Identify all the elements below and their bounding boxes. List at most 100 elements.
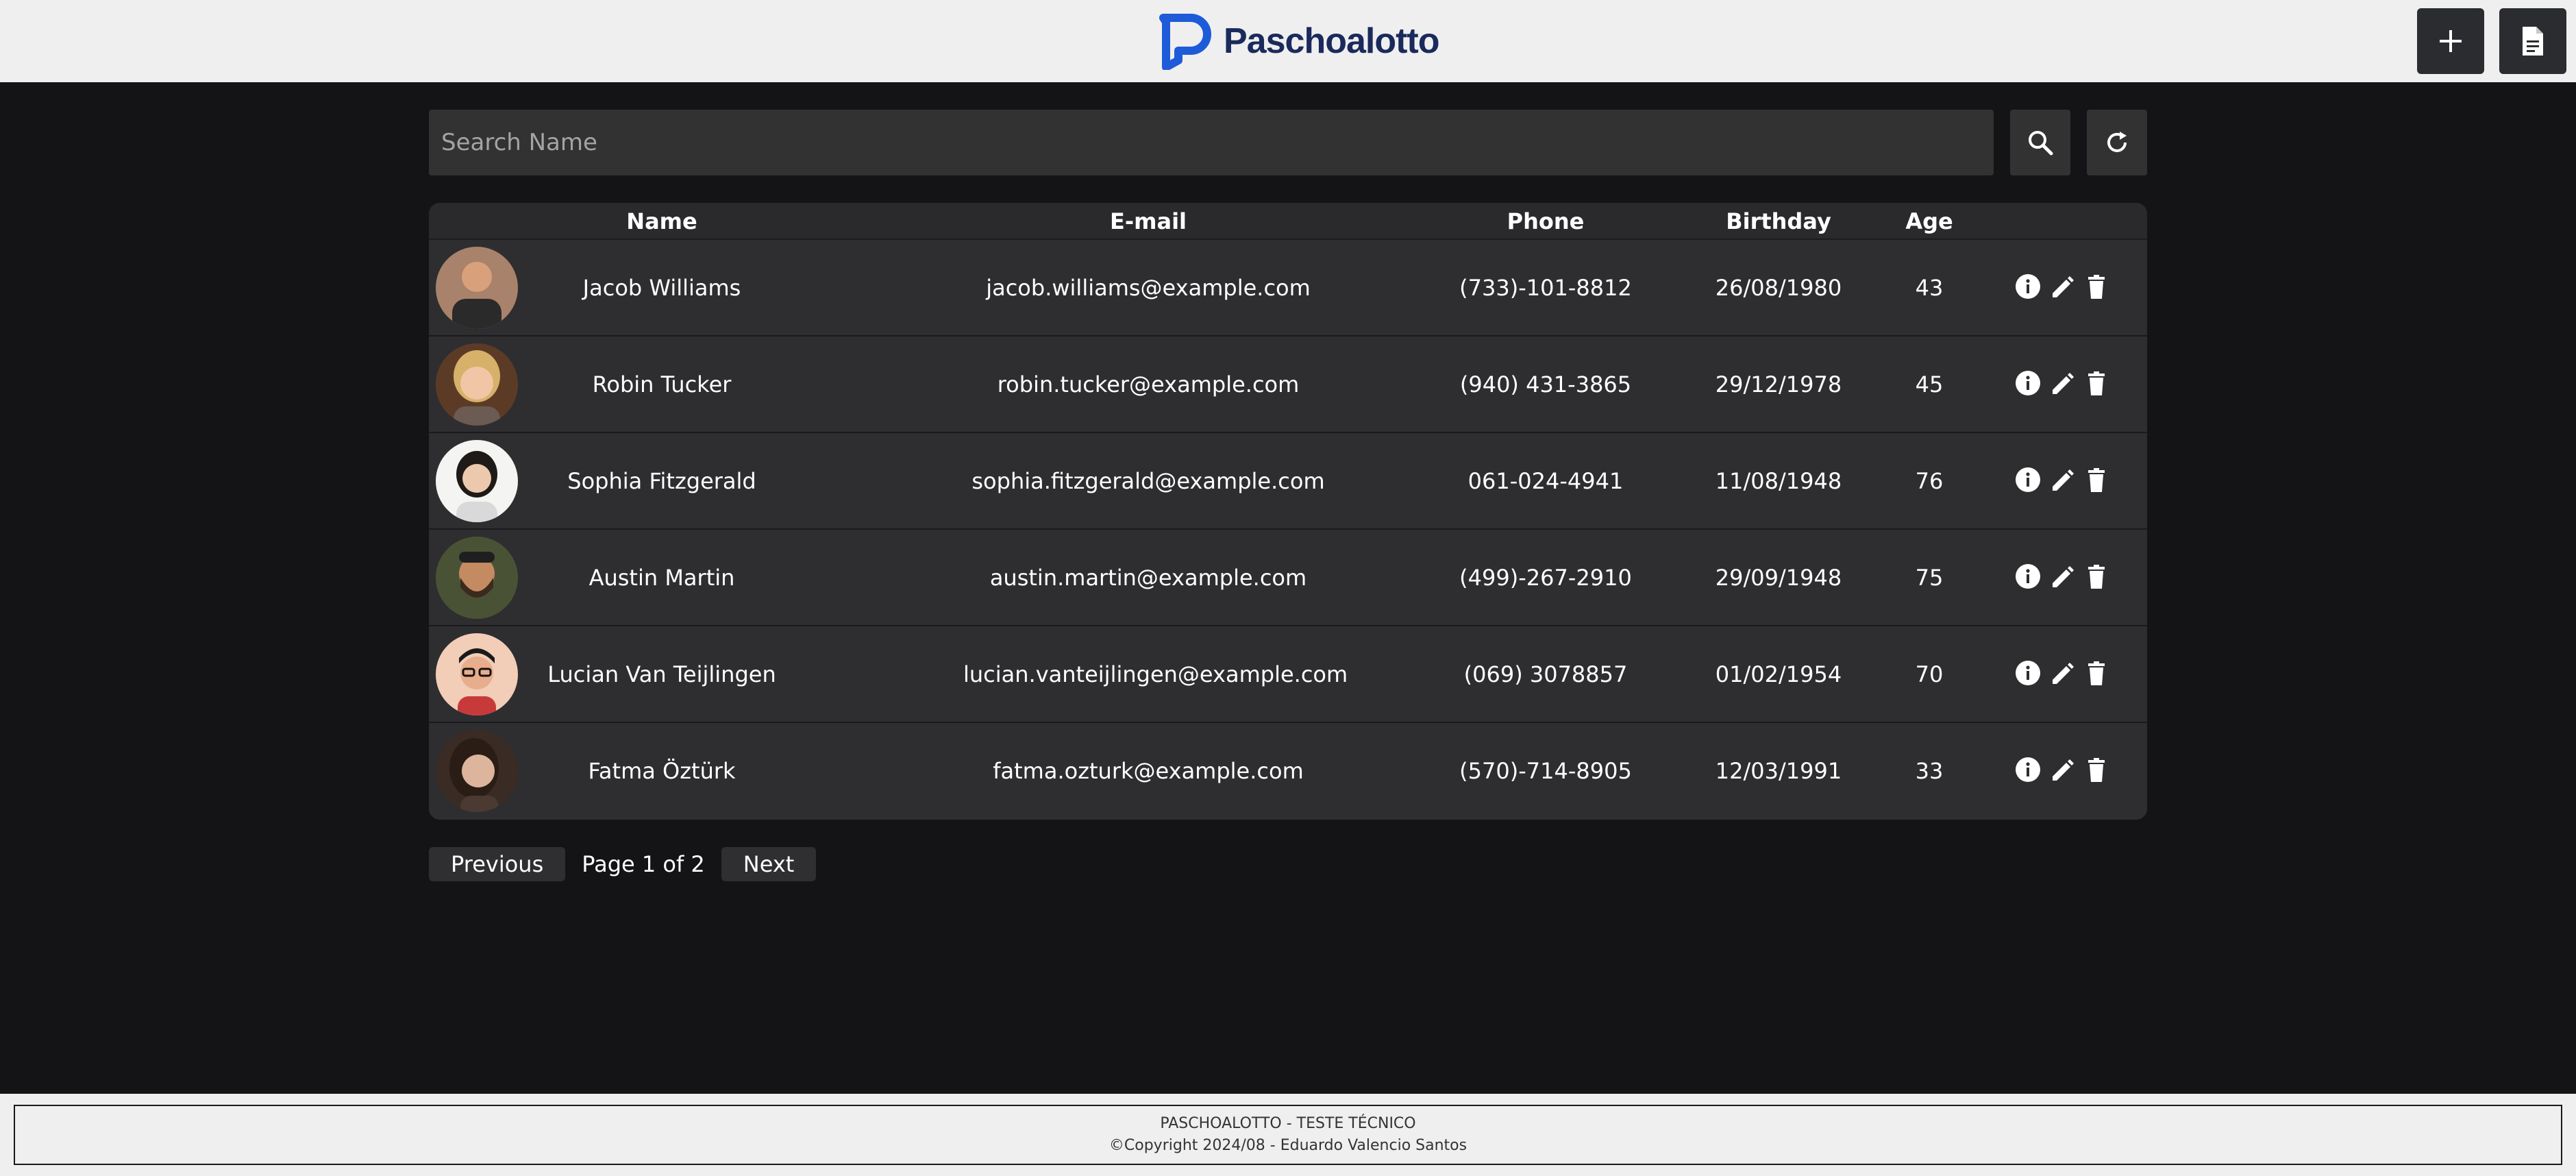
info-icon [2016, 757, 2040, 782]
row-actions [2013, 561, 2111, 591]
refresh-button[interactable] [2087, 110, 2147, 175]
row-actions [2013, 271, 2111, 302]
delete-icon [2088, 758, 2105, 782]
column-header-email: E-mail [1109, 208, 1187, 234]
refresh-icon [2107, 132, 2127, 152]
next-page-button[interactable]: Next [721, 847, 817, 881]
user-phone: (499)-267-2910 [1459, 565, 1632, 591]
search-button[interactable] [2010, 110, 2070, 175]
info-button[interactable] [2013, 465, 2043, 495]
edit-icon [2053, 276, 2074, 297]
avatar [436, 247, 518, 329]
avatar [436, 730, 518, 812]
footer-box: PASCHOALOTTO - TESTE TÉCNICO ©Copyright … [14, 1105, 2562, 1165]
user-name: Lucian Van Teijlingen [547, 661, 776, 687]
delete-button[interactable] [2081, 271, 2111, 302]
edit-button[interactable] [2047, 561, 2077, 591]
info-icon [2016, 661, 2040, 685]
row-actions [2013, 465, 2111, 495]
users-table: Name E-mail Phone Birthday Age Jacob Wil… [429, 203, 2147, 820]
table-header: Name E-mail Phone Birthday Age [429, 203, 2147, 240]
delete-button[interactable] [2081, 755, 2111, 785]
table-row: Fatma Öztürk fatma.ozturk@example.com (5… [429, 723, 2147, 820]
user-phone: (570)-714-8905 [1459, 758, 1632, 784]
previous-page-button[interactable]: Previous [429, 847, 566, 881]
column-header-phone: Phone [1507, 208, 1585, 234]
delete-button[interactable] [2081, 465, 2111, 495]
footer-title: PASCHOALOTTO - TESTE TÉCNICO [1160, 1115, 1416, 1132]
add-user-button[interactable] [2417, 8, 2484, 74]
table-row: Austin Martin austin.martin@example.com … [429, 530, 2147, 626]
edit-button[interactable] [2047, 465, 2077, 495]
edit-icon [2053, 759, 2074, 781]
search-icon [2029, 131, 2053, 156]
plus-icon [2440, 30, 2462, 52]
table-row: Robin Tucker robin.tucker@example.com (9… [429, 336, 2147, 433]
user-age: 45 [1915, 371, 1944, 397]
user-birthday: 01/02/1954 [1715, 661, 1842, 687]
user-name: Fatma Öztürk [588, 758, 736, 784]
row-actions [2013, 755, 2111, 785]
info-icon [2016, 467, 2040, 492]
edit-icon [2053, 469, 2074, 491]
info-button[interactable] [2013, 368, 2043, 398]
table-row: Jacob Williams jacob.williams@example.co… [429, 240, 2147, 336]
edit-button[interactable] [2047, 658, 2077, 688]
delete-icon [2088, 371, 2105, 395]
report-button[interactable] [2499, 8, 2566, 74]
info-button[interactable] [2013, 755, 2043, 785]
user-email: austin.martin@example.com [989, 565, 1307, 591]
column-header-birthday: Birthday [1726, 208, 1831, 234]
user-age: 70 [1915, 661, 1944, 687]
edit-icon [2053, 373, 2074, 394]
user-age: 43 [1915, 275, 1944, 301]
info-icon [2016, 371, 2040, 395]
delete-button[interactable] [2081, 658, 2111, 688]
info-icon [2016, 564, 2040, 589]
user-birthday: 29/12/1978 [1715, 371, 1842, 397]
footer-copyright: ©Copyright 2024/08 - Eduardo Valencio Sa… [1109, 1137, 1467, 1154]
pagination: Previous Page 1 of 2 Next [429, 847, 817, 881]
user-email: sophia.fitzgerald@example.com [971, 468, 1325, 494]
avatar [436, 343, 518, 426]
avatar [436, 440, 518, 522]
delete-button[interactable] [2081, 561, 2111, 591]
delete-button[interactable] [2081, 368, 2111, 398]
delete-icon [2088, 468, 2105, 492]
user-birthday: 12/03/1991 [1715, 758, 1842, 784]
edit-button[interactable] [2047, 755, 2077, 785]
table-row: Sophia Fitzgerald sophia.fitzgerald@exam… [429, 433, 2147, 530]
app-footer: PASCHOALOTTO - TESTE TÉCNICO ©Copyright … [0, 1094, 2576, 1176]
user-email: jacob.williams@example.com [986, 275, 1311, 301]
logo-mark-icon [1159, 14, 1211, 70]
logo-text: Paschoalotto [1224, 21, 1439, 61]
info-button[interactable] [2013, 561, 2043, 591]
search-input[interactable] [429, 110, 1994, 175]
user-age: 33 [1915, 758, 1944, 784]
page-indicator: Page 1 of 2 [582, 851, 705, 877]
row-actions [2013, 658, 2111, 688]
app-header: Paschoalotto [0, 0, 2576, 82]
app-logo[interactable]: Paschoalotto [1156, 12, 1439, 70]
user-age: 75 [1915, 565, 1944, 591]
user-phone: 061-024-4941 [1467, 468, 1624, 494]
edit-button[interactable] [2047, 368, 2077, 398]
edit-icon [2053, 663, 2074, 684]
user-birthday: 29/09/1948 [1715, 565, 1842, 591]
delete-icon [2088, 565, 2105, 589]
avatar [436, 537, 518, 619]
delete-icon [2088, 275, 2105, 299]
user-email: robin.tucker@example.com [997, 371, 1300, 397]
column-header-age: Age [1905, 208, 1953, 234]
user-phone: (069) 3078857 [1463, 661, 1628, 687]
edit-icon [2053, 566, 2074, 587]
info-icon [2016, 274, 2040, 299]
user-email: lucian.vanteijlingen@example.com [963, 661, 1348, 687]
edit-button[interactable] [2047, 271, 2077, 302]
info-button[interactable] [2013, 271, 2043, 302]
info-button[interactable] [2013, 658, 2043, 688]
delete-icon [2088, 661, 2105, 685]
table-row: Lucian Van Teijlingen lucian.vanteijling… [429, 626, 2147, 723]
row-actions [2013, 368, 2111, 398]
user-name: Jacob Williams [582, 275, 741, 301]
